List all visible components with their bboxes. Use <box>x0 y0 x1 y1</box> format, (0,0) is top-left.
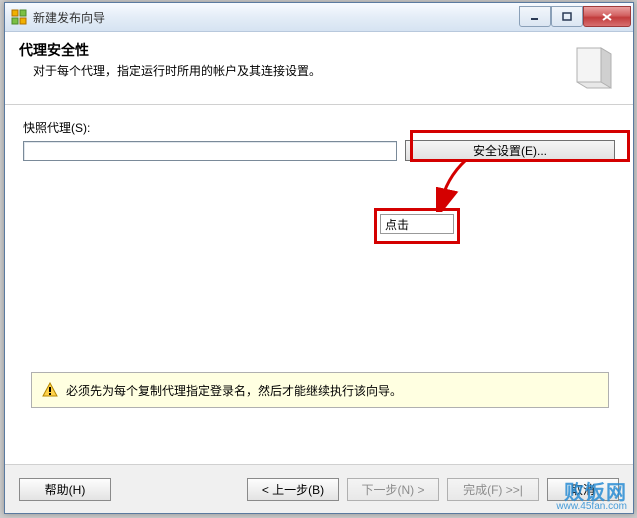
window-title: 新建发布向导 <box>33 9 519 26</box>
titlebar: 新建发布向导 <box>5 3 633 32</box>
wizard-window: 新建发布向导 代理安全性 对于每个代理，指定运行时所用的帐户及其连接设置。 <box>4 2 634 514</box>
snapshot-agent-label: 快照代理(S): <box>23 119 615 136</box>
back-button[interactable]: < 上一步(B) <box>247 478 339 501</box>
warning-icon <box>42 382 58 398</box>
warning-text: 必须先为每个复制代理指定登录名，然后才能继续执行该向导。 <box>66 382 402 399</box>
security-settings-button[interactable]: 安全设置(E)... <box>405 140 615 161</box>
page-title: 代理安全性 <box>19 40 557 60</box>
wizard-footer: 帮助(H) < 上一步(B) 下一步(N) > 完成(F) >>| 取消 <box>5 464 633 513</box>
snapshot-agent-input[interactable] <box>23 141 397 161</box>
app-icon <box>11 9 27 25</box>
cancel-button[interactable]: 取消 <box>547 478 619 501</box>
finish-button[interactable]: 完成(F) >>| <box>447 478 539 501</box>
maximize-button[interactable] <box>551 6 583 27</box>
window-buttons <box>519 7 631 27</box>
warning-banner: 必须先为每个复制代理指定登录名，然后才能继续执行该向导。 <box>31 372 609 408</box>
wizard-content: 快照代理(S): 安全设置(E)... 必须先为每个复制代理指定登录名，然后才能… <box>5 105 633 464</box>
minimize-button[interactable] <box>519 6 551 27</box>
next-button[interactable]: 下一步(N) > <box>347 478 439 501</box>
help-button[interactable]: 帮助(H) <box>19 478 111 501</box>
page-description: 对于每个代理，指定运行时所用的帐户及其连接设置。 <box>33 62 557 79</box>
wizard-header: 代理安全性 对于每个代理，指定运行时所用的帐户及其连接设置。 <box>5 32 633 105</box>
header-graphic-icon <box>567 40 619 92</box>
close-button[interactable] <box>583 6 631 27</box>
